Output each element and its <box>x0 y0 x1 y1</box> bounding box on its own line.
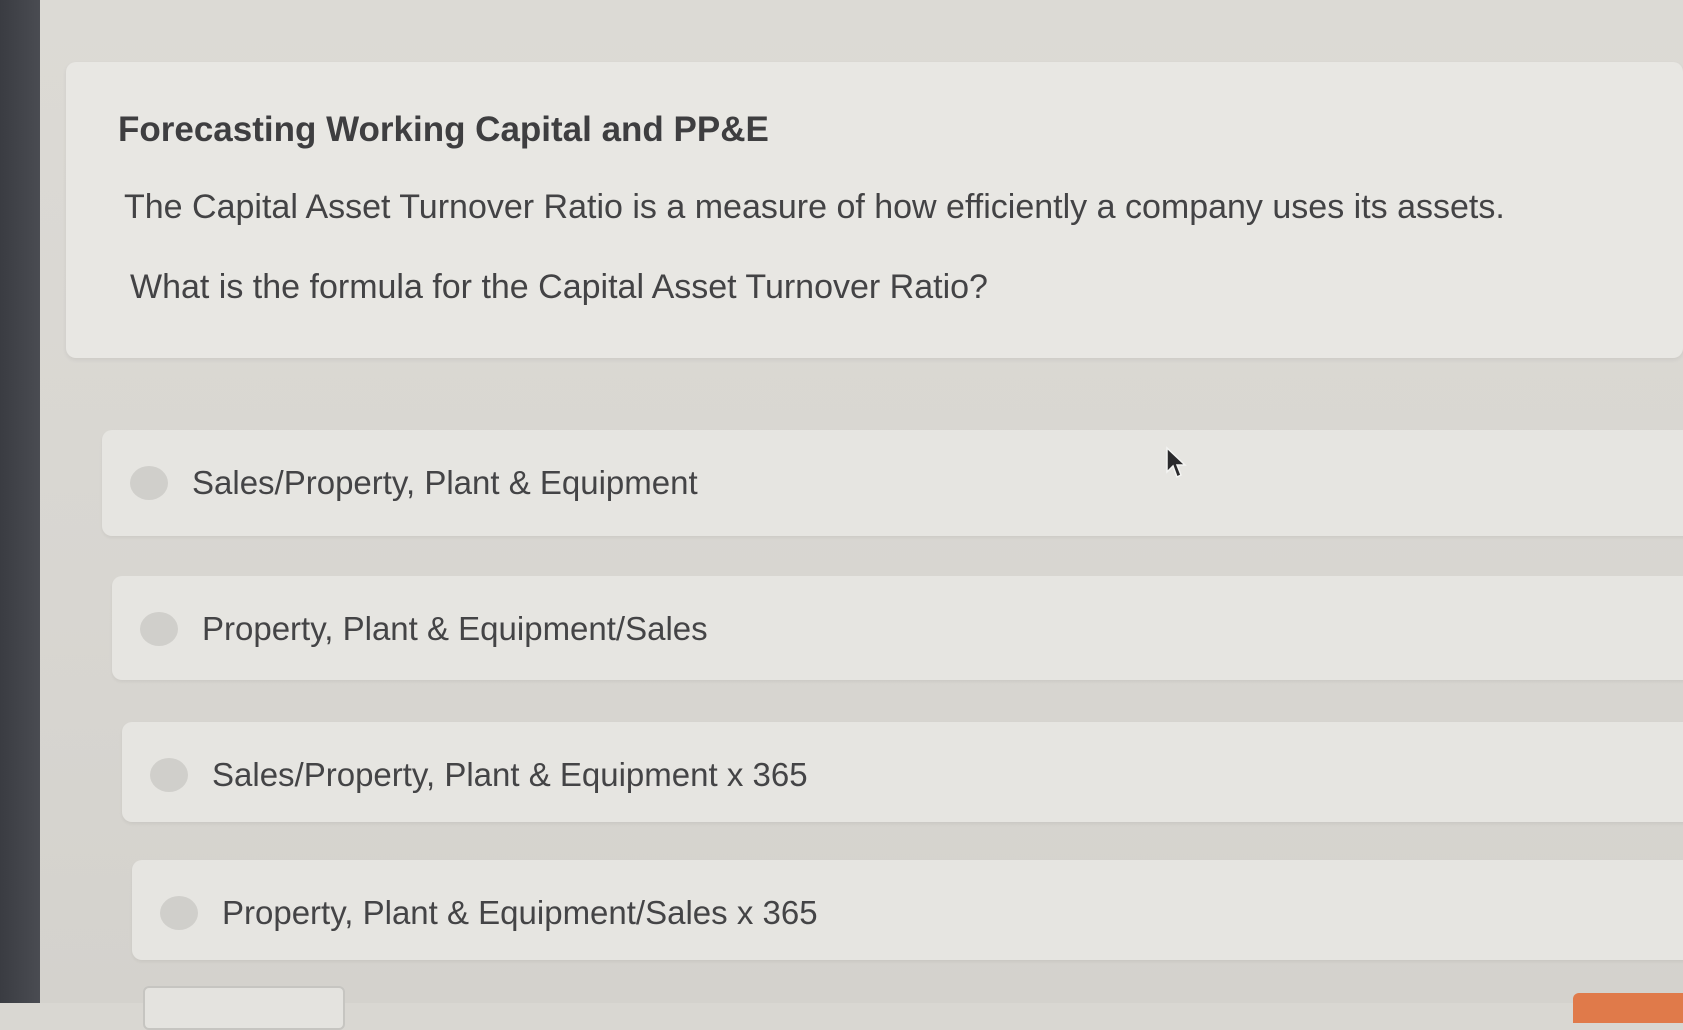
question-prompt: What is the formula for the Capital Asse… <box>130 268 988 306</box>
answer-option-label: Property, Plant & Equipment/Sales <box>202 610 708 647</box>
question-title: Forecasting Working Capital and PP&E <box>118 110 769 149</box>
radio-button[interactable] <box>150 758 188 792</box>
radio-button[interactable] <box>130 466 168 500</box>
previous-button[interactable] <box>143 986 345 1030</box>
answer-option-1[interactable]: Sales/Property, Plant & Equipment <box>102 430 1683 536</box>
question-stem: The Capital Asset Turnover Ratio is a me… <box>124 188 1505 226</box>
answer-option-4[interactable]: Property, Plant & Equipment/Sales x 365 <box>132 860 1683 960</box>
answer-option-label: Sales/Property, Plant & Equipment x 365 <box>212 756 808 793</box>
answer-option-2[interactable]: Property, Plant & Equipment/Sales <box>112 576 1683 680</box>
answer-option-3[interactable]: Sales/Property, Plant & Equipment x 365 <box>122 722 1683 822</box>
mouse-pointer-icon <box>1166 446 1187 479</box>
radio-button[interactable] <box>140 612 178 646</box>
next-button[interactable] <box>1573 993 1683 1023</box>
radio-button[interactable] <box>160 896 198 930</box>
answer-option-label: Sales/Property, Plant & Equipment <box>192 464 698 501</box>
answer-option-label: Property, Plant & Equipment/Sales x 365 <box>222 894 818 931</box>
